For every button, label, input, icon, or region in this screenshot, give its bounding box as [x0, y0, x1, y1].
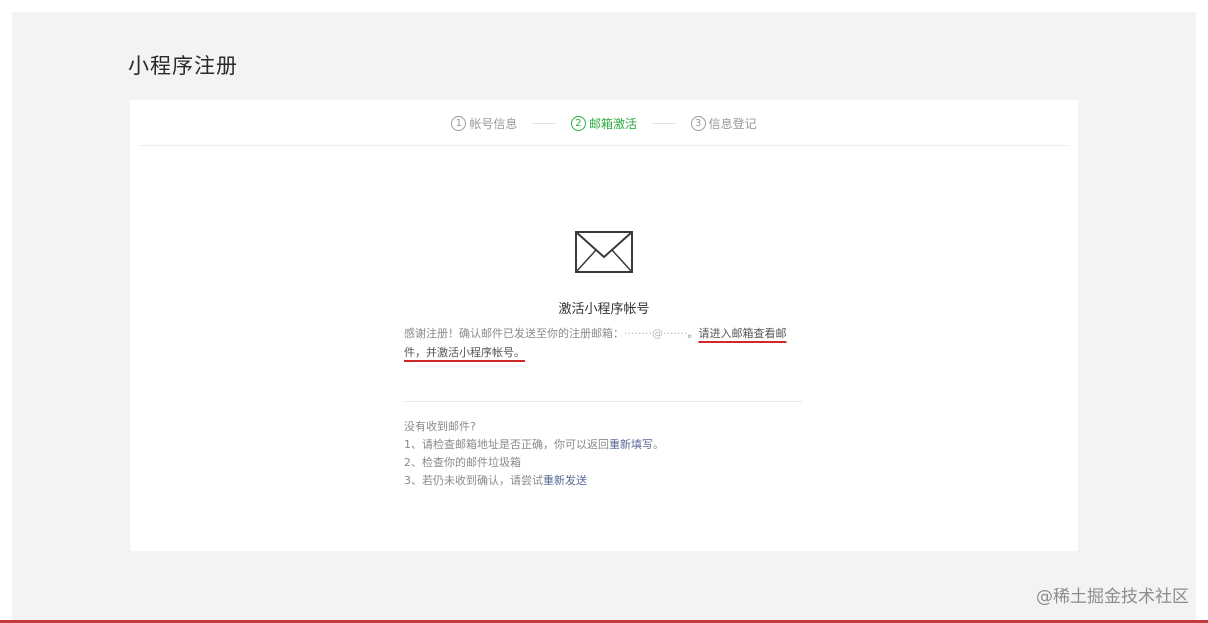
help-item-suffix: 。 — [653, 438, 664, 451]
page-title: 小程序注册 — [128, 54, 238, 78]
message-separator: 。 — [687, 327, 699, 340]
step-number: 2 — [570, 116, 586, 131]
step-info-registration: 3 信息登记 — [690, 115, 757, 132]
help-item-3: 3、若仍未收到确认，请尝试重新发送 — [404, 472, 664, 490]
help-item-2: 2、检查你的邮件垃圾箱 — [404, 456, 521, 469]
step-number: 3 — [690, 116, 706, 131]
help-divider — [404, 401, 802, 402]
refill-link[interactable]: 重新填写 — [609, 438, 653, 451]
help-item-1: 1、请检查邮箱地址是否正确，你可以返回重新填写。 — [404, 436, 664, 454]
steps-divider — [138, 145, 1070, 146]
step-label: 邮箱激活 — [588, 117, 637, 131]
step-label: 信息登记 — [708, 117, 757, 131]
watermark-text: @稀土掘金技术社区 — [1036, 587, 1189, 607]
step-connector — [533, 123, 556, 124]
step-label: 帐号信息 — [469, 117, 518, 131]
help-heading: 没有收到邮件? — [404, 420, 476, 433]
step-indicator: 1 帐号信息 2 邮箱激活 3 信息登记 — [130, 115, 1078, 132]
step-account-info: 1 帐号信息 — [451, 115, 517, 132]
step-number: 1 — [451, 116, 467, 131]
step-email-activation: 2 邮箱激活 — [570, 115, 637, 132]
masked-email: ········@······· — [624, 327, 688, 340]
activation-message: 感谢注册！确认邮件已发送至你的注册邮箱：········@·······。请进入… — [404, 324, 804, 362]
envelope-icon — [575, 231, 633, 273]
message-prefix: 感谢注册！确认邮件已发送至你的注册邮箱： — [404, 327, 624, 340]
activation-title: 激活小程序帐号 — [558, 302, 650, 317]
registration-card: 1 帐号信息 2 邮箱激活 3 信息登记 激活小程序帐号 感谢注册！确认邮件已发… — [130, 100, 1078, 551]
resend-link[interactable]: 重新发送 — [543, 474, 587, 487]
help-item-text: 1、请检查邮箱地址是否正确，你可以返回 — [404, 438, 609, 451]
page-background: 小程序注册 1 帐号信息 2 邮箱激活 3 信息登记 激活小程序帐号 感谢注册！… — [12, 12, 1196, 620]
help-item-text: 3、若仍未收到确认，请尝试 — [404, 474, 543, 487]
help-section: 没有收到邮件? 1、请检查邮箱地址是否正确，你可以返回重新填写。 2、检查你的邮… — [404, 418, 664, 490]
step-connector — [652, 123, 675, 124]
